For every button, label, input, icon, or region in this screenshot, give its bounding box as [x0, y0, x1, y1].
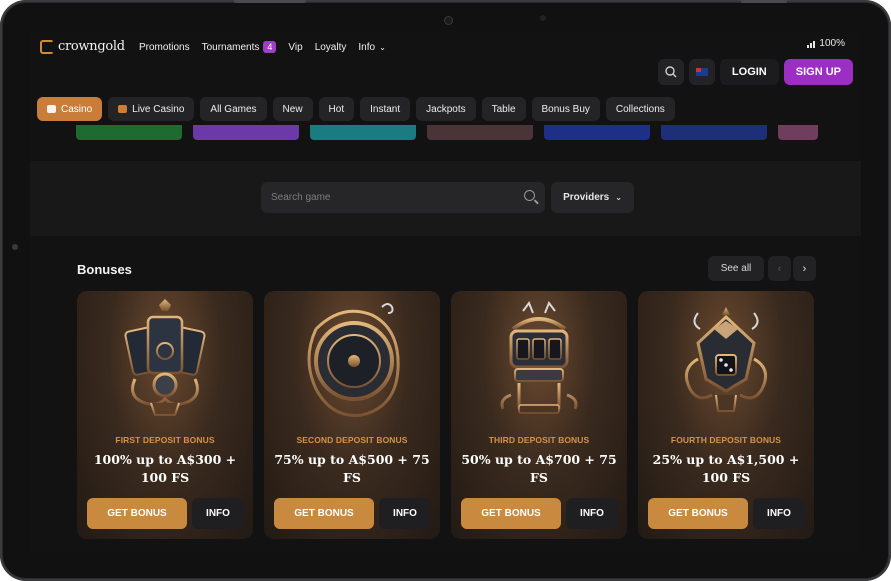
bonus-card-offer: 25% up to A$1,500 + 100 FS [652, 452, 800, 485]
roulette-wheel-art-icon [307, 303, 400, 417]
search-icon [524, 190, 535, 201]
bonus-cards: FIRST DEPOSIT BONUS 100% up to A$300 + 1… [77, 291, 814, 539]
bonus-card-label: THIRD DEPOSIT BONUS [488, 435, 590, 445]
game-thumbnail[interactable] [193, 125, 299, 140]
nav-tournaments-label: Tournaments [201, 41, 260, 53]
get-bonus-button[interactable]: GET BONUS [87, 498, 187, 529]
bonus-card: THIRD DEPOSIT BONUS 50% up to A$700 + 75… [451, 291, 627, 539]
screen: 100% crowngold Promotions Tournaments 4 … [30, 31, 861, 551]
card-deck-art-icon [124, 299, 206, 416]
header-actions: LOGIN SIGN UP [657, 59, 853, 85]
info-button[interactable]: INFO [379, 498, 431, 529]
nav-info-label: Info [358, 41, 376, 53]
bonus-card: SECOND DEPOSIT BONUS 75% up to A$500 + 7… [264, 291, 440, 539]
bonus-card-label: FOURTH DEPOSIT BONUS [670, 435, 782, 445]
bonus-card-offer: 75% up to A$500 + 75 FS [274, 452, 430, 485]
tab-jackpots[interactable]: Jackpots [416, 97, 476, 121]
chevron-down-icon: ⌄ [615, 193, 622, 202]
see-all-button[interactable]: See all [708, 256, 764, 281]
tab-casino[interactable]: Casino [37, 97, 103, 121]
game-thumbnail-strip [76, 125, 818, 140]
sensor-icon [540, 15, 546, 21]
info-button[interactable]: INFO [753, 498, 805, 529]
bonus-card-label: SECOND DEPOSIT BONUS [296, 435, 408, 445]
search-button[interactable] [657, 59, 684, 85]
signup-button[interactable]: SIGN UP [783, 59, 853, 85]
live-casino-icon [118, 105, 128, 113]
game-thumbnail[interactable] [310, 125, 416, 140]
nav-loyalty[interactable]: Loyalty [315, 41, 347, 53]
nav-tournaments[interactable]: Tournaments 4 [202, 41, 277, 53]
bonus-card-offer: 100% up to A$300 + 100 FS [93, 452, 237, 485]
search-input[interactable]: Search game [261, 182, 545, 213]
search-section: Search game Providers ⌄ [30, 161, 861, 236]
game-thumbnail[interactable] [76, 125, 182, 140]
battery-text: 100% [819, 38, 845, 49]
brand-name: crowngold [58, 39, 125, 54]
camera-icon [444, 16, 453, 25]
language-button[interactable] [688, 59, 715, 85]
get-bonus-button[interactable]: GET BONUS [274, 498, 374, 529]
casino-icon [47, 105, 56, 113]
tab-all-games[interactable]: All Games [200, 97, 267, 121]
bonus-card: FOURTH DEPOSIT BONUS 25% up to A$1,500 +… [638, 291, 814, 539]
side-dot [12, 244, 18, 250]
status-bar: 100% [807, 38, 845, 49]
game-thumbnail[interactable] [427, 125, 533, 140]
dice-emblem-art-icon [684, 307, 768, 412]
providers-dropdown[interactable]: Providers ⌄ [551, 182, 634, 213]
section-title: Bonuses [77, 262, 132, 277]
nav-vip[interactable]: Vip [288, 41, 302, 53]
tab-live-casino[interactable]: Live Casino [108, 97, 195, 121]
bonus-card: FIRST DEPOSIT BONUS 100% up to A$300 + 1… [77, 291, 253, 539]
search-placeholder: Search game [271, 192, 331, 203]
tab-hot[interactable]: Hot [318, 97, 355, 121]
crown-logo-icon [40, 39, 54, 54]
tab-collections[interactable]: Collections [605, 97, 675, 121]
bonus-card-offer: 50% up to A$700 + 75 FS [461, 452, 617, 485]
chevron-down-icon: ⌄ [379, 42, 386, 52]
logo[interactable]: crowngold [40, 39, 125, 54]
prev-arrow-button[interactable]: ‹ [768, 256, 791, 281]
next-arrow-button[interactable]: › [793, 256, 816, 281]
info-button[interactable]: INFO [566, 498, 618, 529]
nav-promotions[interactable]: Promotions [139, 41, 190, 53]
signal-icon [807, 40, 816, 48]
tab-table[interactable]: Table [481, 97, 526, 121]
login-button[interactable]: LOGIN [719, 59, 779, 85]
tab-instant[interactable]: Instant [360, 97, 411, 121]
info-button[interactable]: INFO [192, 498, 244, 529]
slot-machine-art-icon [500, 300, 578, 414]
category-tabs: Casino Live Casino All Games New Hot Ins… [37, 97, 675, 121]
tab-bonus-buy[interactable]: Bonus Buy [531, 97, 600, 121]
tab-new[interactable]: New [272, 97, 313, 121]
get-bonus-button[interactable]: GET BONUS [648, 498, 748, 529]
game-thumbnail[interactable] [778, 125, 818, 140]
nav-info[interactable]: Info ⌄ [358, 41, 385, 53]
game-thumbnail[interactable] [544, 125, 650, 140]
bonus-card-label: FIRST DEPOSIT BONUS [115, 435, 215, 445]
tab-label: Live Casino [132, 103, 185, 115]
tab-label: Casino [61, 103, 93, 115]
main-nav: Promotions Tournaments 4 Vip Loyalty Inf… [139, 41, 386, 53]
search-icon [665, 66, 677, 78]
australia-flag-icon [695, 68, 708, 76]
get-bonus-button[interactable]: GET BONUS [461, 498, 561, 529]
providers-label: Providers [563, 192, 610, 203]
game-thumbnail[interactable] [661, 125, 767, 140]
tournaments-count-badge: 4 [263, 41, 277, 53]
